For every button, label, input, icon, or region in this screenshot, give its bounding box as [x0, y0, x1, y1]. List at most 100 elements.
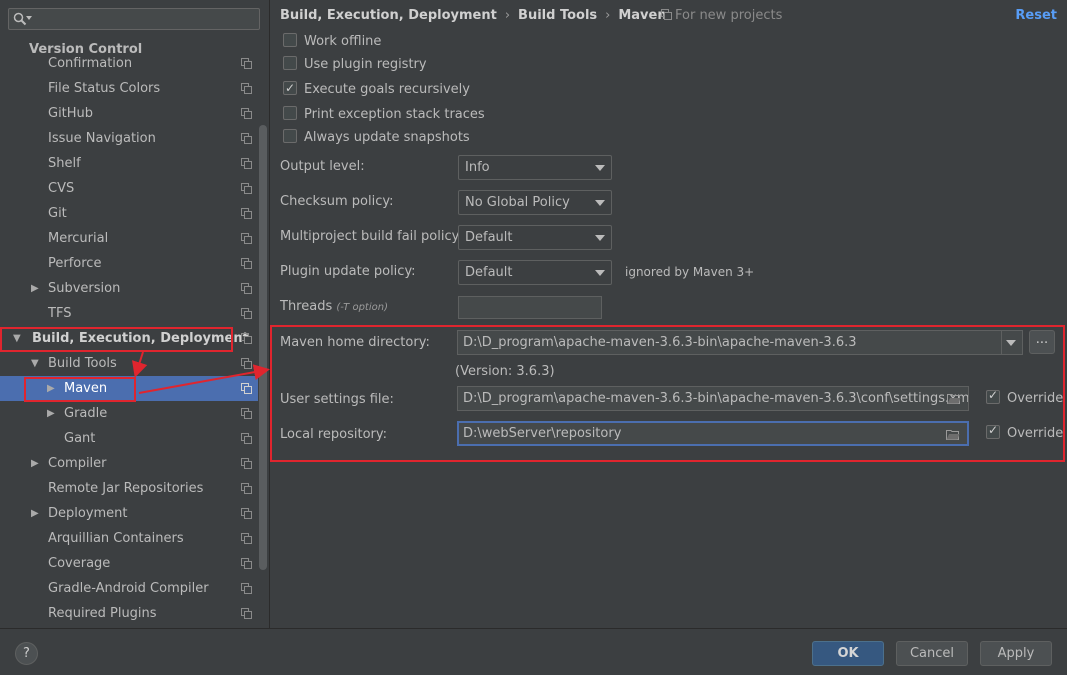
tree-item-label: Subversion — [48, 281, 121, 296]
project-settings-icon — [241, 358, 252, 369]
checkbox-box[interactable] — [283, 129, 297, 143]
tree-item-label: Required Plugins — [48, 606, 157, 621]
multiproject-fail-policy-label: Multiproject build fail policy: — [280, 229, 463, 244]
checksum-policy-select[interactable]: No Global Policy — [458, 190, 612, 215]
project-settings-icon — [241, 283, 252, 294]
breadcrumb-separator: › — [504, 8, 511, 23]
use-plugin-registry-checkbox[interactable]: Use plugin registry — [283, 56, 427, 76]
print-exception-stack-traces-label: Print exception stack traces — [304, 107, 485, 122]
tree-item-shelf[interactable]: Shelf — [0, 151, 258, 176]
breadcrumb-separator: › — [605, 8, 611, 23]
scope-note: For new projects — [661, 8, 782, 23]
project-settings-icon — [241, 433, 252, 444]
tree-collapsed-icon[interactable]: ▶ — [31, 451, 43, 476]
breadcrumb: Build, Execution, Deployment › Build Tools… — [280, 8, 667, 23]
maven-settings-panel: Build, Execution, Deployment › Build Tools… — [271, 0, 1067, 628]
project-settings-icon — [241, 108, 252, 119]
checkbox-box[interactable] — [283, 106, 297, 120]
tree-item-github[interactable]: GitHub — [0, 101, 258, 126]
checkbox-box-checked[interactable] — [283, 79, 297, 97]
project-settings-icon — [241, 533, 252, 544]
tree-item-git[interactable]: Git — [0, 201, 258, 226]
project-settings-icon — [241, 233, 252, 244]
tree-item-deployment[interactable]: ▶ Deployment — [0, 501, 258, 526]
tree-item-cvs[interactable]: CVS — [0, 176, 258, 201]
threads-label-text: Threads — [280, 299, 333, 314]
tree-item-label: Gradle — [64, 406, 108, 421]
multiproject-fail-policy-select[interactable]: Default — [458, 225, 612, 250]
tree-collapsed-icon[interactable]: ▶ — [31, 276, 43, 301]
breadcrumb-item-build-tools[interactable]: Build Tools — [518, 8, 597, 23]
tree-item-label: Deployment — [48, 506, 128, 521]
ok-button[interactable]: OK — [812, 641, 884, 666]
search-dropdown-arrow-icon[interactable] — [26, 16, 32, 20]
search-icon — [13, 12, 27, 26]
work-offline-checkbox[interactable]: Work offline — [283, 33, 381, 53]
tree-item-gant[interactable]: Gant — [0, 426, 258, 451]
tree-collapsed-icon[interactable]: ▶ — [31, 501, 43, 526]
threads-input[interactable] — [458, 296, 602, 319]
help-button[interactable]: ? — [15, 642, 38, 665]
scope-note-label: For new projects — [675, 8, 783, 23]
tree-item-remote-jar-repositories[interactable]: Remote Jar Repositories — [0, 476, 258, 501]
tree-item-label: Mercurial — [48, 231, 109, 246]
project-settings-icon — [241, 408, 252, 419]
tree-item-label: CVS — [48, 181, 75, 196]
tree-item-tfs[interactable]: TFS — [0, 301, 258, 326]
annotation-box-maven-paths — [270, 325, 1065, 462]
project-settings-icon — [241, 133, 252, 144]
multiproject-fail-policy-value: Default — [465, 230, 513, 245]
tree-item-build-tools[interactable]: ▼ Build Tools — [0, 351, 258, 376]
tree-item-required-plugins[interactable]: Required Plugins — [0, 601, 258, 626]
dialog-button-bar: ? OK Cancel Apply — [0, 628, 1067, 675]
work-offline-label: Work offline — [304, 34, 382, 49]
chevron-down-icon — [595, 165, 605, 171]
plugin-update-policy-value: Default — [465, 265, 513, 280]
output-level-value: Info — [465, 160, 490, 175]
project-settings-icon — [241, 558, 252, 569]
tree-item-subversion[interactable]: ▶ Subversion — [0, 276, 258, 301]
settings-search-input[interactable] — [8, 8, 260, 30]
chevron-down-icon — [595, 270, 605, 276]
tree-item-label: Git — [48, 206, 67, 221]
tree-item-mercurial[interactable]: Mercurial — [0, 226, 258, 251]
reset-link[interactable]: Reset — [1015, 8, 1057, 23]
output-level-select[interactable]: Info — [458, 155, 612, 180]
tree-scrollbar[interactable] — [259, 125, 267, 570]
tree-item-gradle-android-compiler[interactable]: Gradle-Android Compiler — [0, 576, 258, 601]
project-settings-icon — [241, 208, 252, 219]
tree-item-label: Shelf — [48, 156, 81, 171]
tree-item-file-status-colors[interactable]: File Status Colors — [0, 76, 258, 101]
plugin-update-policy-label: Plugin update policy: — [280, 264, 416, 279]
execute-goals-recursively-label: Execute goals recursively — [304, 82, 470, 97]
tree-item-label: Issue Navigation — [48, 131, 156, 146]
chevron-down-icon — [595, 235, 605, 241]
tree-item-arquillian-containers[interactable]: Arquillian Containers — [0, 526, 258, 551]
tree-item-coverage[interactable]: Coverage — [0, 551, 258, 576]
tree-item-label: Coverage — [48, 556, 111, 571]
tree-item-gradle[interactable]: ▶ Gradle — [0, 401, 258, 426]
cancel-button[interactable]: Cancel — [896, 641, 968, 666]
breadcrumb-item-build-execution-deployment[interactable]: Build, Execution, Deployment — [280, 8, 497, 23]
checkbox-box[interactable] — [283, 33, 297, 47]
always-update-snapshots-label: Always update snapshots — [304, 130, 470, 145]
tree-collapsed-icon[interactable]: ▶ — [47, 401, 59, 426]
tree-item-confirmation[interactable]: Confirmation — [0, 51, 258, 76]
threads-hint: (-T option) — [336, 302, 388, 313]
project-settings-icon — [241, 608, 252, 619]
plugin-update-policy-select[interactable]: Default — [458, 260, 612, 285]
tree-item-label: Build Tools — [48, 356, 117, 371]
tree-expanded-icon[interactable]: ▼ — [31, 351, 43, 376]
execute-goals-recursively-checkbox[interactable]: Execute goals recursively — [283, 79, 470, 101]
always-update-snapshots-checkbox[interactable]: Always update snapshots — [283, 129, 470, 149]
project-settings-icon — [241, 508, 252, 519]
print-exception-stack-traces-checkbox[interactable]: Print exception stack traces — [283, 106, 485, 126]
apply-button[interactable]: Apply — [980, 641, 1052, 666]
tree-item-label: Perforce — [48, 256, 102, 271]
checkbox-box[interactable] — [283, 56, 297, 70]
project-settings-icon — [241, 583, 252, 594]
tree-item-compiler[interactable]: ▶ Compiler — [0, 451, 258, 476]
use-plugin-registry-label: Use plugin registry — [304, 57, 427, 72]
tree-item-issue-navigation[interactable]: Issue Navigation — [0, 126, 258, 151]
tree-item-perforce[interactable]: Perforce — [0, 251, 258, 276]
